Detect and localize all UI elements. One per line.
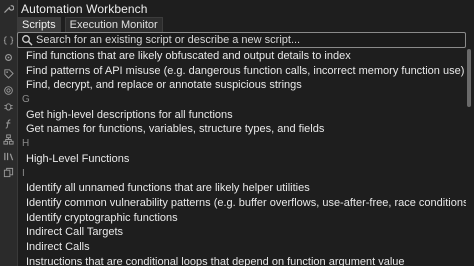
group-header: I <box>22 167 25 179</box>
list-item[interactable]: Find patterns of API misuse (e.g. danger… <box>17 64 466 79</box>
activity-bar <box>0 0 18 266</box>
code-braces-icon[interactable] <box>3 35 14 46</box>
window-title: Automation Workbench <box>21 1 148 16</box>
copy-icon[interactable] <box>3 167 14 178</box>
hierarchy-icon[interactable] <box>3 134 14 145</box>
group-header: H <box>22 138 30 150</box>
list-item[interactable]: Instructions that are conditional loops … <box>17 255 466 266</box>
library-icon[interactable] <box>3 151 14 162</box>
list-item[interactable]: Indirect Calls <box>17 240 466 255</box>
tab-bar: Scripts Execution Monitor <box>17 17 163 32</box>
title-bar: Automation Workbench <box>17 0 474 17</box>
wrench-icon[interactable] <box>3 3 14 14</box>
list-item[interactable]: Get names for functions, variables, stru… <box>17 122 466 137</box>
target-icon[interactable] <box>3 85 14 96</box>
function-icon[interactable] <box>3 118 14 129</box>
scrollbar-thumb[interactable] <box>467 49 471 107</box>
bug-icon[interactable] <box>3 101 14 112</box>
list-item[interactable]: High-Level Functions <box>17 152 466 167</box>
automation-workbench-window: Automation Workbench Scripts Execution M… <box>0 0 474 266</box>
list-item[interactable]: Identify cryptographic functions <box>17 211 466 226</box>
gear-icon[interactable] <box>3 52 14 63</box>
tab-execution-monitor[interactable]: Execution Monitor <box>64 17 163 32</box>
search-box <box>17 32 466 48</box>
group-header: G <box>22 94 30 106</box>
tab-scripts[interactable]: Scripts <box>17 17 61 32</box>
tag-icon[interactable] <box>3 68 14 79</box>
list-scrollbar[interactable] <box>467 49 472 266</box>
list-item[interactable]: Indirect Call Targets <box>17 225 466 240</box>
list-item[interactable]: Identify all unnamed functions that are … <box>17 181 466 196</box>
search-icon <box>22 35 33 46</box>
script-list: Find functions that are likely obfuscate… <box>17 49 466 266</box>
list-item[interactable]: Find functions that are likely obfuscate… <box>17 49 466 64</box>
list-item[interactable]: Get high-level descriptions for all func… <box>17 108 466 123</box>
list-item[interactable]: Identify common vulnerability patterns (… <box>17 196 466 211</box>
search-input[interactable] <box>36 33 465 47</box>
list-item[interactable]: Find, decrypt, and replace or annotate s… <box>17 78 466 93</box>
